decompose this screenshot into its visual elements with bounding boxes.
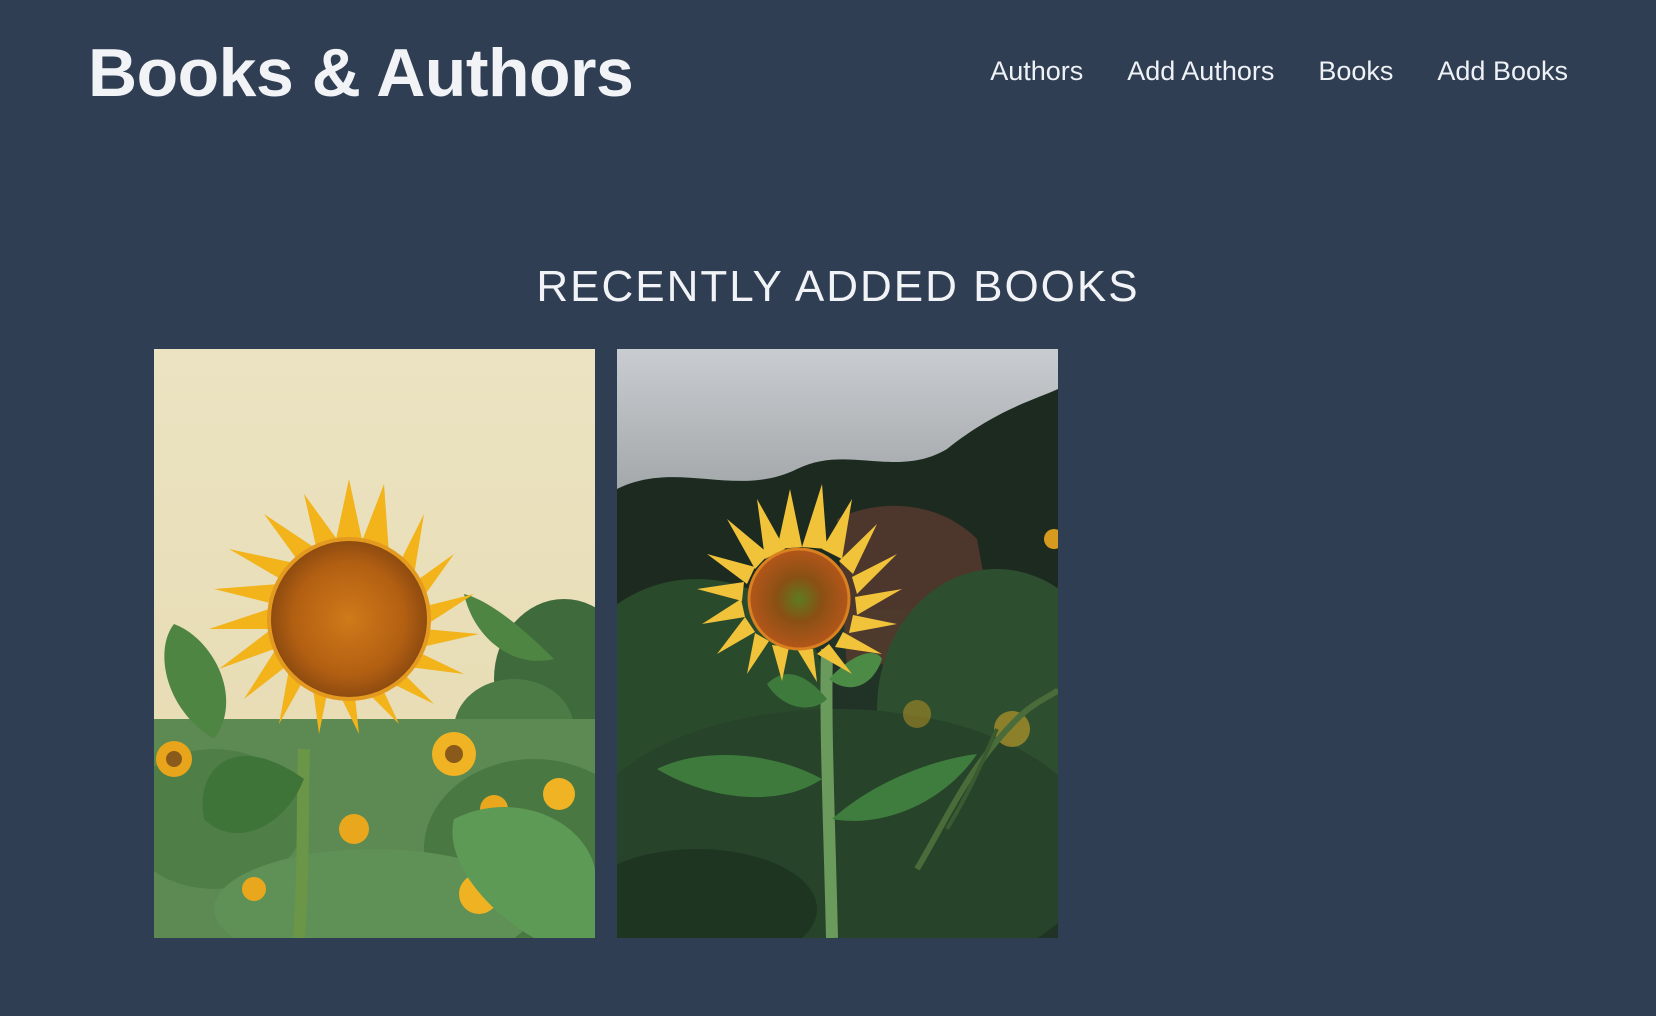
sunflower-field-image <box>154 349 595 938</box>
nav-link-authors[interactable]: Authors <box>990 56 1083 87</box>
nav-link-books[interactable]: Books <box>1318 56 1393 87</box>
main-nav: Authors Add Authors Books Add Books <box>990 56 1568 87</box>
book-grid <box>154 349 1058 938</box>
nav-link-add-authors[interactable]: Add Authors <box>1127 56 1274 87</box>
book-cover-1[interactable] <box>154 349 595 938</box>
site-title[interactable]: Books & Authors <box>88 34 634 112</box>
nav-link-add-books[interactable]: Add Books <box>1437 56 1568 87</box>
section-title: RECENTLY ADDED BOOKS <box>536 262 1140 311</box>
site-header: Books & Authors Authors Add Authors Book… <box>0 0 1656 150</box>
sunflower-dark-image <box>617 349 1058 938</box>
book-cover-2[interactable] <box>617 349 1058 938</box>
